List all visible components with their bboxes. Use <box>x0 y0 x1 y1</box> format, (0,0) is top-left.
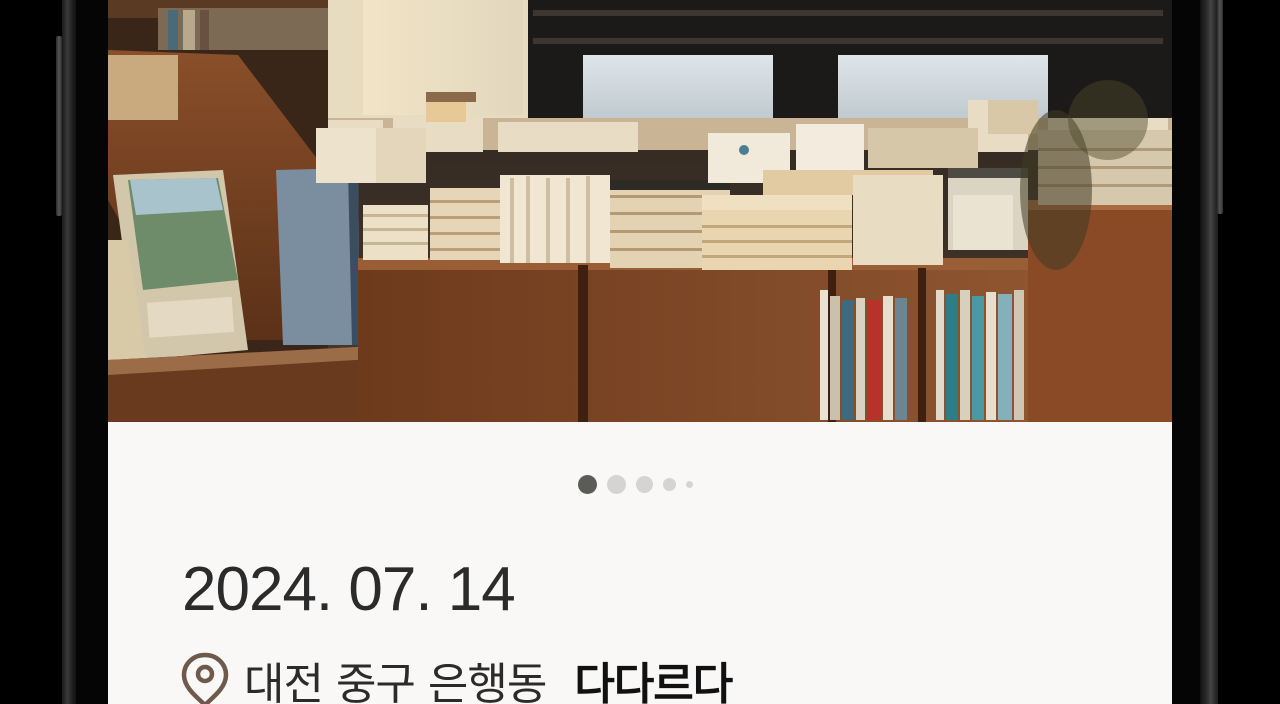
phone-bezel-left <box>76 0 108 704</box>
carousel-dot[interactable] <box>607 474 626 494</box>
carousel-dot-active[interactable] <box>578 474 597 494</box>
carousel-dot[interactable] <box>686 480 693 488</box>
power-button <box>1217 0 1223 214</box>
app-screen: 2024. 07. 14 대전 중구 은행동 다다르다 <box>108 0 1172 704</box>
phone-bezel-right <box>1172 0 1200 704</box>
location-place-name: 다다르다 <box>574 659 733 704</box>
phone-frame-right <box>1200 0 1218 704</box>
carousel-dot[interactable] <box>663 477 676 491</box>
map-pin-icon <box>181 652 229 704</box>
location-address: 대전 중구 은행동 <box>244 659 547 704</box>
phone-frame-left <box>62 0 76 704</box>
carousel-pagination[interactable] <box>578 474 693 494</box>
device-mockup: 2024. 07. 14 대전 중구 은행동 다다르다 <box>0 0 1280 704</box>
bookstore-photo[interactable] <box>108 0 1172 422</box>
entry-location[interactable]: 대전 중구 은행동 다다르다 <box>180 650 733 704</box>
entry-date: 2024. 07. 14 <box>182 555 516 624</box>
carousel-dot[interactable] <box>636 475 653 493</box>
